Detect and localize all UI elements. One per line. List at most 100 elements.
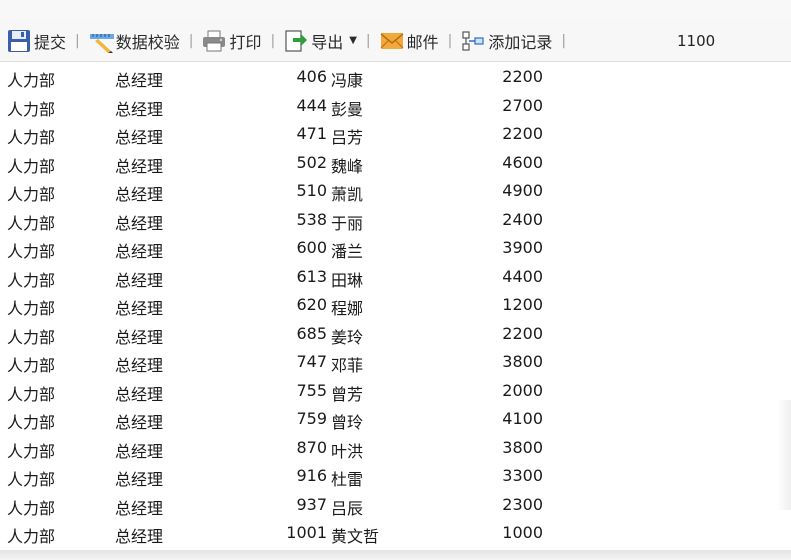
cell-employee-id: 685	[296, 323, 327, 343]
cell-employee-id: 620	[296, 295, 327, 314]
add-record-label: 添加记录	[488, 32, 553, 52]
toolbar-separator: |	[447, 32, 453, 49]
cell-amount: 1200	[502, 295, 543, 314]
table-row[interactable]: 人力部 总经理 755 曾芳 2000	[0, 376, 791, 405]
toolbar-separator: |	[188, 32, 194, 49]
printer-icon	[202, 29, 226, 53]
cell-position: 总经理	[115, 470, 164, 489]
pencil-ruler-icon	[89, 29, 114, 53]
table-row[interactable]: 人力部 总经理 538 于丽 2400	[0, 205, 791, 234]
data-table: 人力部 总经理 406 冯康 2200 人力部 总经理 444 彭曼 2700 人力部 总经理 471 吕…	[0, 62, 791, 550]
cell-department: 人力部	[7, 441, 56, 461]
cell-employee-name: 潘兰	[331, 242, 364, 261]
export-label: 导出	[311, 32, 344, 52]
submit-button[interactable]: 提交	[4, 26, 69, 56]
cell-department: 人力部	[7, 327, 56, 347]
table-row[interactable]: 人力部 总经理 916 杜雷 3300	[0, 461, 791, 490]
cell-position: 总经理	[115, 242, 164, 261]
table-row[interactable]: 人力部 总经理 471 吕芳 2200	[0, 119, 791, 148]
table-row[interactable]: 人力部 总经理 510 萧凯 4900	[0, 176, 791, 205]
cell-employee-id: 510	[296, 181, 327, 200]
cell-department: 人力部	[7, 356, 56, 375]
table-row[interactable]: 人力部 总经理 600 潘兰 3900	[0, 233, 791, 262]
cell-department: 人力部	[7, 242, 56, 261]
cell-amount: 2700	[502, 95, 543, 115]
cell-position: 总经理	[115, 299, 164, 318]
cell-department: 人力部	[7, 99, 56, 119]
cell-employee-name: 姜玲	[331, 327, 364, 347]
cell-employee-id: 870	[296, 437, 327, 457]
export-icon	[284, 29, 308, 53]
cell-position: 总经理	[115, 327, 164, 347]
cell-amount: 2200	[502, 67, 543, 86]
cell-position: 总经理	[115, 128, 164, 147]
cell-employee-name: 曾芳	[331, 384, 364, 404]
cell-department: 人力部	[7, 384, 56, 404]
cell-position: 总经理	[115, 185, 164, 204]
table-row[interactable]: 人力部 总经理 444 彭曼 2700	[0, 91, 791, 120]
cell-amount: 3800	[502, 437, 543, 457]
submit-label: 提交	[34, 32, 67, 52]
table-row[interactable]: 人力部 总经理 620 程娜 1200	[0, 290, 791, 319]
cell-department: 人力部	[7, 185, 56, 204]
toolbar-separator: |	[365, 32, 371, 49]
cell-department: 人力部	[7, 71, 56, 90]
cell-department: 人力部	[7, 527, 56, 546]
cell-employee-id: 747	[296, 352, 327, 371]
print-button[interactable]: 打印	[199, 26, 264, 56]
cell-position: 总经理	[115, 99, 164, 119]
cell-employee-id: 406	[296, 67, 327, 86]
cell-employee-name: 吕芳	[331, 128, 364, 147]
cell-employee-id: 538	[296, 209, 327, 229]
cell-position: 总经理	[115, 413, 164, 432]
cell-employee-name: 黄文哲	[331, 527, 380, 546]
cell-employee-name: 田琳	[331, 270, 364, 290]
add-record-button[interactable]: 添加记录	[458, 26, 555, 56]
toolbar-separator: |	[561, 32, 567, 49]
cell-employee-name: 程娜	[331, 299, 364, 318]
cell-employee-name: 曾玲	[331, 413, 364, 432]
envelope-icon	[380, 29, 404, 53]
table-row[interactable]: 人力部 总经理 406 冯康 2200	[0, 62, 791, 91]
cell-position: 总经理	[115, 156, 164, 176]
report-window: 提交 | 数据校验 | 打印 | 导出 ▼ | 邮件 | 添加记录 | 1100…	[0, 0, 791, 560]
chevron-down-icon: ▼	[349, 35, 357, 46]
cell-amount: 2300	[502, 494, 543, 514]
export-dropdown-button[interactable]: 导出 ▼	[281, 26, 360, 56]
toolbar-separator: |	[270, 32, 276, 49]
cell-department: 人力部	[7, 498, 56, 518]
email-label: 邮件	[406, 32, 439, 52]
table-row[interactable]: 人力部 总经理 759 曾玲 4100	[0, 404, 791, 433]
cell-amount: 3800	[502, 352, 543, 371]
table-row[interactable]: 人力部 总经理 685 姜玲 2200	[0, 319, 791, 348]
toolbar: 提交 | 数据校验 | 打印 | 导出 ▼ | 邮件 | 添加记录 | 1100	[0, 20, 791, 62]
cell-amount: 4400	[502, 266, 543, 286]
cell-employee-name: 魏峰	[331, 156, 364, 176]
cell-employee-name: 冯康	[331, 71, 364, 90]
cell-department: 人力部	[7, 299, 56, 318]
cell-employee-id: 759	[296, 409, 327, 428]
table-row[interactable]: 人力部 总经理 1001 黄文哲 1000	[0, 518, 791, 547]
table-row[interactable]: 人力部 总经理 502 魏峰 4600	[0, 148, 791, 177]
cell-employee-id: 613	[296, 266, 327, 286]
cell-amount: 1000	[502, 523, 543, 542]
cell-employee-id: 600	[296, 238, 327, 257]
table-row[interactable]: 人力部 总经理 937 吕辰 2300	[0, 490, 791, 519]
validate-button[interactable]: 数据校验	[86, 26, 183, 56]
cell-position: 总经理	[115, 441, 164, 461]
cell-employee-id: 937	[296, 494, 327, 514]
cell-employee-name: 于丽	[331, 213, 364, 233]
cell-amount: 3900	[502, 238, 543, 257]
table-row[interactable]: 人力部 总经理 747 邓菲 3800	[0, 347, 791, 376]
cell-amount: 4600	[502, 152, 543, 172]
table-row[interactable]: 人力部 总经理 613 田琳 4400	[0, 262, 791, 291]
cell-amount: 3300	[502, 466, 543, 485]
cell-amount: 4100	[502, 409, 543, 428]
validate-label: 数据校验	[115, 32, 180, 52]
toolbar-separator: |	[75, 32, 80, 49]
email-button[interactable]: 邮件	[377, 26, 442, 56]
print-label: 打印	[229, 32, 262, 52]
cell-position: 总经理	[115, 356, 164, 375]
table-row[interactable]: 人力部 总经理 870 叶洪 3800	[0, 433, 791, 462]
cell-position: 总经理	[115, 498, 164, 518]
